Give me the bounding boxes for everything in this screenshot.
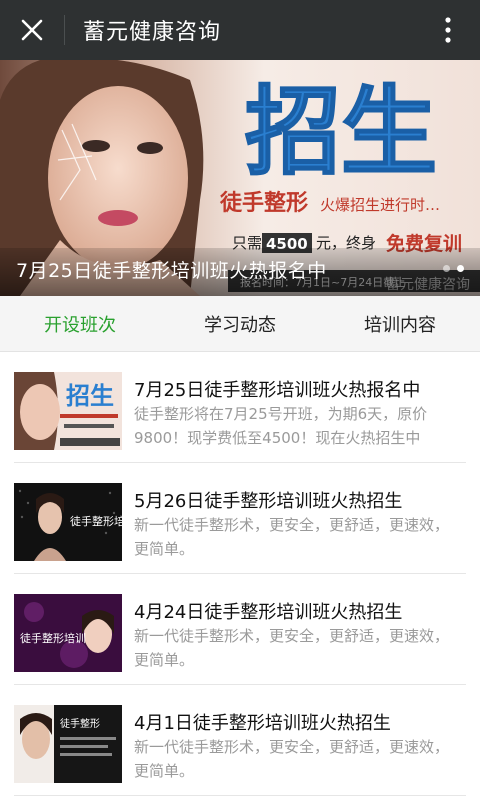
article-desc: 新一代徒手整形术，更安全，更舒适，更速效，更简单。 bbox=[134, 738, 450, 780]
article-thumbnail: 徒手整形培训 bbox=[14, 594, 122, 672]
svg-text:徒手整形: 徒手整形 bbox=[219, 190, 308, 216]
banner-carousel[interactable]: 招生 徒手整形 火爆招生进行时… 只需 4500 元，终身 免费复训 报名时间：… bbox=[0, 60, 480, 296]
carousel-indicators bbox=[443, 265, 464, 272]
list-item[interactable]: 徒手整形 4月1日徒手整形培训班火热招生 新一代徒手整形术，更安全，更舒适，更速… bbox=[14, 685, 466, 796]
list-item[interactable]: 徒手整形培训 5月26日徒手整形培训班火热招生 新一代徒手整形术，更安全，更舒适… bbox=[14, 463, 466, 574]
banner-caption: 7月25日徒手整形培训班火热报名中 bbox=[16, 260, 327, 282]
article-title: 4月1日徒手整形培训班火热招生 bbox=[134, 713, 391, 734]
thumb-text: 徒手整形 bbox=[60, 717, 100, 730]
article-title: 5月26日徒手整形培训班火热招生 bbox=[134, 491, 403, 512]
thumb-text: 徒手整形培训 bbox=[70, 514, 122, 528]
more-button[interactable] bbox=[416, 0, 480, 60]
list-item[interactable]: 招生 7月25日徒手整形培训班火热报名中 徒手整形将在7月25号开班，为期6天，… bbox=[14, 352, 466, 463]
close-button[interactable] bbox=[0, 0, 64, 60]
title-bar: 蓄元健康咨询 bbox=[0, 0, 480, 60]
carousel-dot-active[interactable] bbox=[457, 265, 464, 272]
article-thumbnail: 徒手整形 bbox=[14, 705, 122, 783]
thumb-text: 招生 bbox=[66, 382, 114, 410]
carousel-dot[interactable] bbox=[443, 265, 450, 272]
tab-training-content[interactable]: 培训内容 bbox=[320, 296, 480, 351]
page-title: 蓄元健康咨询 bbox=[83, 20, 222, 45]
banner-headline-text: 招生 bbox=[245, 76, 437, 188]
list-item[interactable]: 徒手整形培训 4月24日徒手整形培训班火热招生 新一代徒手整形术，更安全，更舒适… bbox=[14, 574, 466, 685]
article-thumbnail: 招生 bbox=[14, 372, 122, 450]
article-desc: 新一代徒手整形术，更安全，更舒适，更速效，更简单。 bbox=[134, 627, 450, 669]
article-desc: 徒手整形将在7月25号开班，为期6天，原价9800！现学费低至4500！现在火热… bbox=[134, 405, 428, 447]
thumb-text: 徒手整形培训 bbox=[20, 631, 86, 645]
article-desc: 新一代徒手整形术，更安全，更舒适，更速效，更简单。 bbox=[134, 516, 450, 558]
article-title: 7月25日徒手整形培训班火热报名中 bbox=[134, 380, 421, 401]
tab-classes[interactable]: 开设班次 bbox=[0, 296, 160, 351]
article-thumbnail: 徒手整形培训 bbox=[14, 483, 122, 561]
article-list: 招生 7月25日徒手整形培训班火热报名中 徒手整形将在7月25号开班，为期6天，… bbox=[0, 352, 480, 796]
more-vertical-icon bbox=[445, 17, 451, 43]
tab-learning-news[interactable]: 学习动态 bbox=[160, 296, 320, 351]
close-icon bbox=[21, 19, 43, 41]
article-title: 4月24日徒手整形培训班火热招生 bbox=[134, 602, 403, 623]
tab-bar: 开设班次 学习动态 培训内容 bbox=[0, 296, 480, 352]
svg-text:火爆招生进行时…: 火爆招生进行时… bbox=[320, 196, 440, 214]
